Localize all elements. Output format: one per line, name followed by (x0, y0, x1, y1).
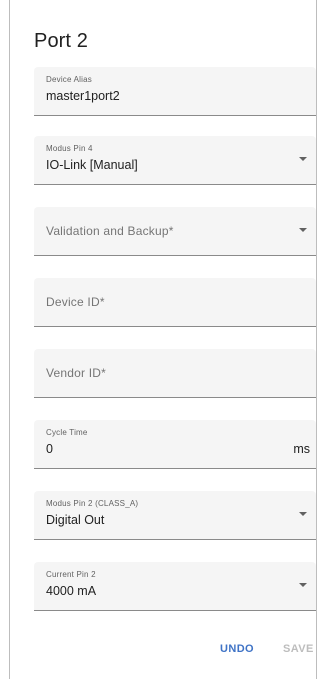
dropdown-arrow-icon[interactable] (299, 583, 307, 587)
current-pin2-value: 4000 mA (46, 584, 97, 598)
device-alias-value[interactable]: master1port2 (46, 89, 120, 103)
vendor-id-placeholder: Vendor ID* (46, 366, 107, 380)
dropdown-arrow-icon[interactable] (299, 157, 307, 161)
validation-backup-placeholder: Validation and Backup* (46, 224, 174, 238)
validation-backup-select[interactable]: Validation and Backup* (34, 207, 316, 256)
dropdown-arrow-icon[interactable] (299, 512, 307, 516)
current-pin2-select[interactable]: Current Pin 2 4000 mA (34, 562, 316, 611)
cycle-time-value[interactable]: 0 (46, 442, 53, 456)
modus-pin4-label: Modus Pin 4 (46, 144, 93, 153)
undo-button[interactable]: UNDO (220, 643, 254, 655)
modus-pin4-select[interactable]: Modus Pin 4 IO-Link [Manual] (34, 136, 316, 185)
cycle-time-field[interactable]: Cycle Time 0 ms (34, 420, 316, 469)
modus-pin2-select[interactable]: Modus Pin 2 (CLASS_A) Digital Out (34, 491, 316, 540)
page-title: Port 2 (34, 30, 88, 52)
current-pin2-label: Current Pin 2 (46, 570, 96, 579)
device-alias-label: Device Alias (46, 75, 92, 84)
modus-pin2-label: Modus Pin 2 (CLASS_A) (46, 499, 139, 508)
modus-pin2-value: Digital Out (46, 513, 105, 527)
cycle-time-unit: ms (293, 442, 310, 456)
device-id-field[interactable]: Device ID* (34, 278, 316, 327)
dropdown-arrow-icon[interactable] (299, 228, 307, 232)
cycle-time-label: Cycle Time (46, 428, 88, 437)
device-id-placeholder: Device ID* (46, 295, 105, 309)
modus-pin4-value: IO-Link [Manual] (46, 158, 138, 172)
vendor-id-field[interactable]: Vendor ID* (34, 349, 316, 398)
port-settings-panel: Port 2 Device Alias master1port2 Modus P… (9, 0, 317, 679)
device-alias-field[interactable]: Device Alias master1port2 (34, 67, 316, 116)
save-button[interactable]: SAVE (283, 643, 314, 655)
